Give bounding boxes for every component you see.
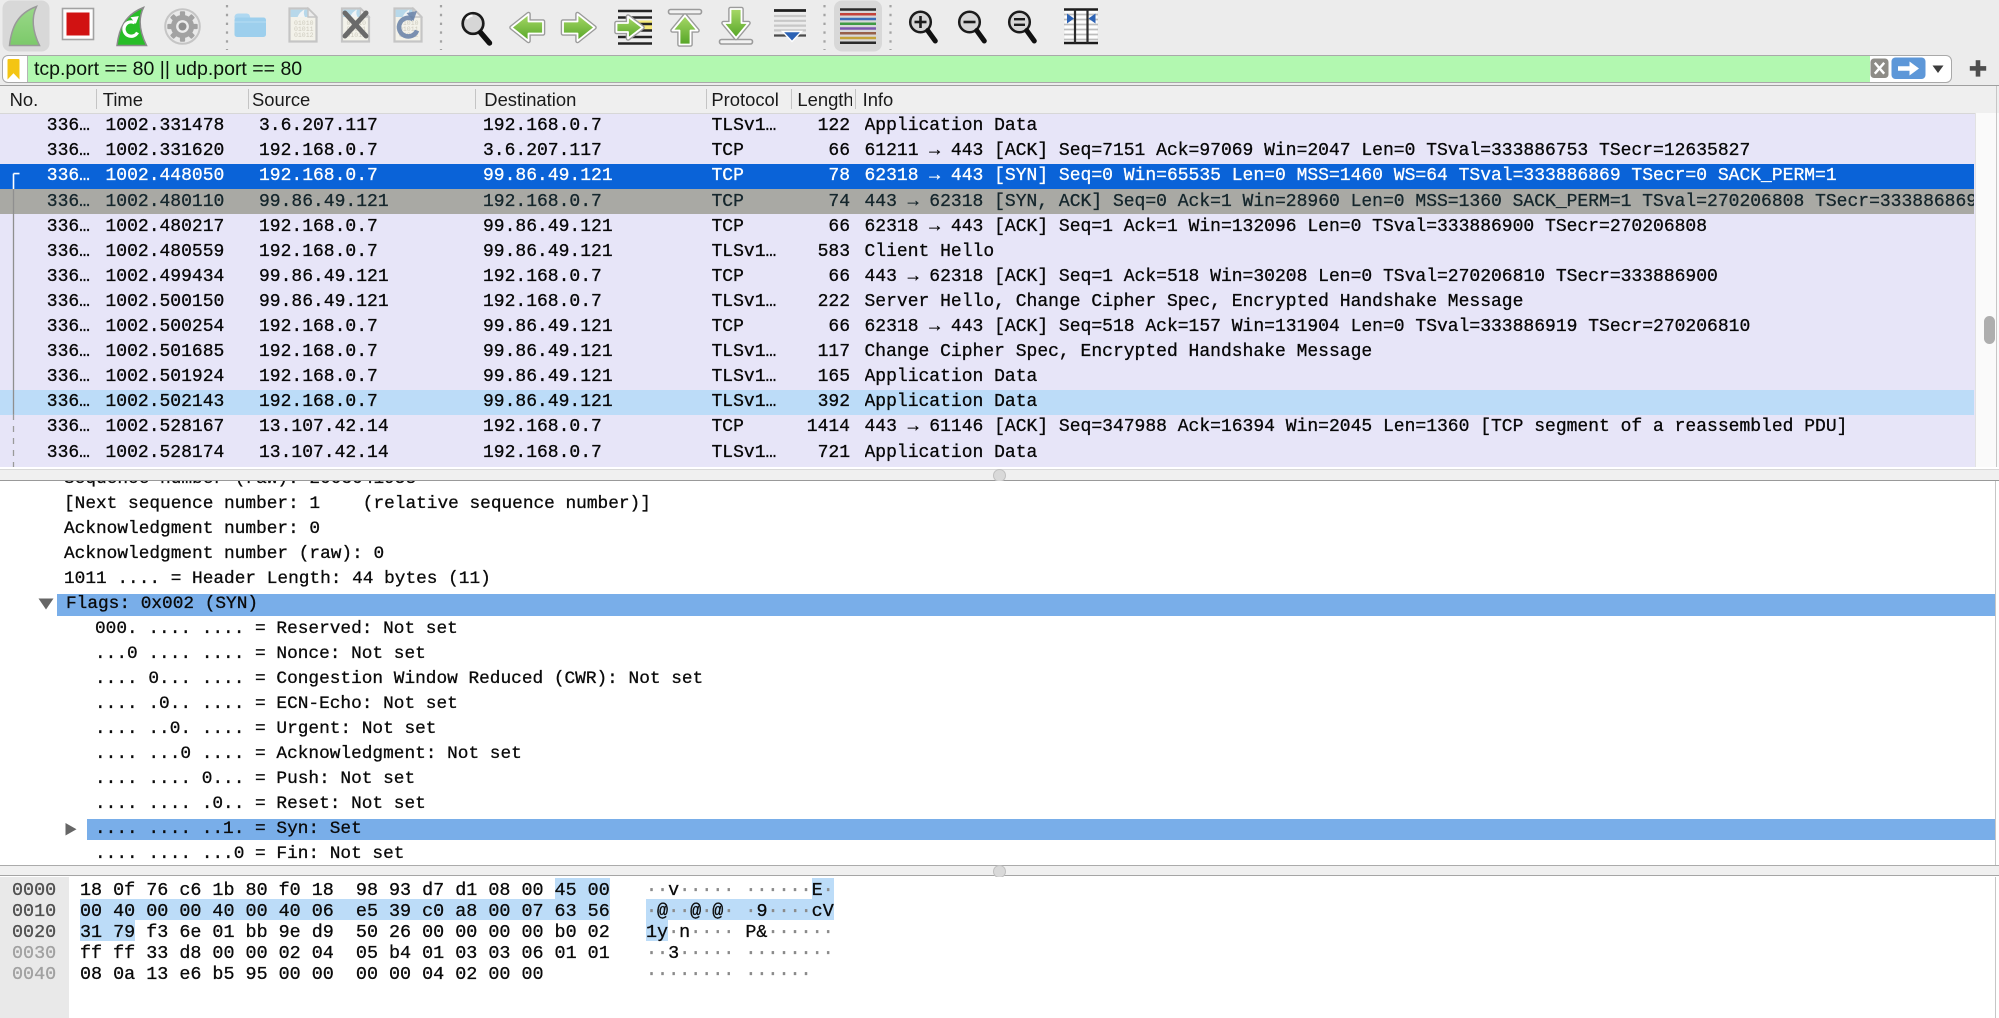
svg-text:01012: 01012 [294, 32, 314, 39]
